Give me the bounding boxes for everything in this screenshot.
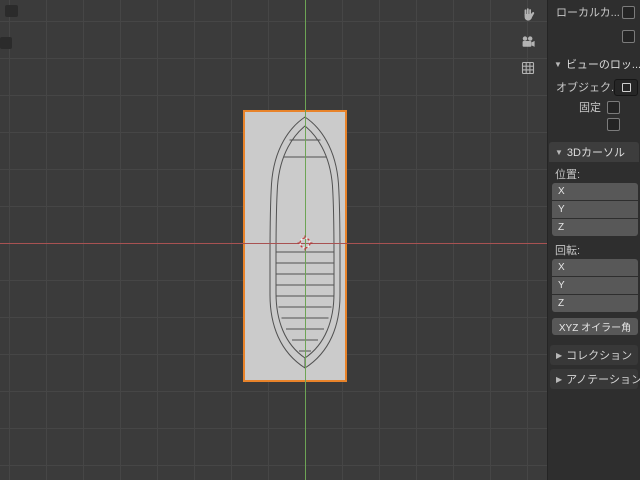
cursor-location-label: 位置: [555,169,581,181]
collapsed-toolbar-tab[interactable] [5,5,18,17]
grid-orthographic-icon[interactable] [519,59,537,77]
pan-hand-icon[interactable] [519,5,537,23]
local-camera-label: ローカルカ... [556,7,620,19]
blender-3d-viewport-window: ローカルカ... ▼ ビューのロッ... オブジェク... 固定 ▼ 3Dカーソ… [0,0,640,480]
local-camera-row: ローカルカ... [548,2,640,22]
rotation-order-dropdown[interactable]: XYZ オイラー角 [552,318,638,335]
3d-cursor-header-label: 3Dカーソル [566,147,625,159]
lock-object-field[interactable] [614,78,638,96]
object-data-icon [621,82,631,92]
cursor-location-x-field[interactable]: X [552,183,638,200]
local-camera-checkbox[interactable] [622,5,635,19]
chevron-down-icon: ▼ [555,147,563,157]
axis-letter: Z [558,298,565,309]
option-row [548,26,640,46]
axis-letter: X [558,262,565,273]
3d-cursor-section-header[interactable]: ▼ 3Dカーソル [549,142,639,162]
chevron-right-icon: ▶ [556,350,563,360]
chevron-down-icon: ▼ [554,59,562,69]
cursor-location-y-field[interactable]: Y [552,201,638,218]
boat-wireframe [269,116,341,369]
camera-to-view-row [548,116,640,132]
collapsed-tool-settings-tab[interactable] [0,37,12,49]
lock-object-label: オブジェク... [556,82,614,94]
axis-letter: X [558,186,565,197]
view-lock-section-header[interactable]: ▼ ビューのロッ... [548,54,640,74]
3d-cursor [297,235,313,251]
option-checkbox[interactable] [622,29,635,43]
collection-section-header[interactable]: ▶ コレクション [550,345,638,365]
lock-cursor-row: 固定 [548,98,640,116]
cursor-location-z-field[interactable]: Z [552,219,638,236]
camera-view-icon[interactable] [519,33,537,51]
cursor-rotation-fields: X Y Z [552,259,638,312]
cursor-location-fields: X Y Z [552,183,638,236]
cursor-rotation-y-field[interactable]: Y [552,277,638,294]
chevron-right-icon: ▶ [556,374,563,384]
lock-label: 固定 [579,102,601,114]
rotation-order-label: XYZ オイラー角 [558,323,632,334]
cursor-rotation-z-field[interactable]: Z [552,295,638,312]
selected-boat-plane-object[interactable] [245,112,345,380]
cursor-rotation-label: 回転: [555,245,581,257]
axis-letter: Y [558,280,565,291]
view-lock-header-label: ビューのロッ... [565,59,640,71]
collection-header-label: コレクション [566,350,633,362]
axis-letter: Z [558,222,565,233]
annotation-header-label: アノテーション [566,374,640,386]
camera-to-view-checkbox[interactable] [607,117,620,131]
lock-object-row: オブジェク... [548,76,640,98]
axis-letter: Y [558,204,565,215]
annotation-section-header[interactable]: ▶ アノテーション [550,369,640,389]
lock-to-cursor-checkbox[interactable] [607,100,620,114]
x-axis-line [0,243,640,244]
cursor-rotation-x-field[interactable]: X [552,259,638,276]
sidebar-panel: ローカルカ... ▼ ビューのロッ... オブジェク... 固定 ▼ 3Dカーソ… [547,0,640,480]
